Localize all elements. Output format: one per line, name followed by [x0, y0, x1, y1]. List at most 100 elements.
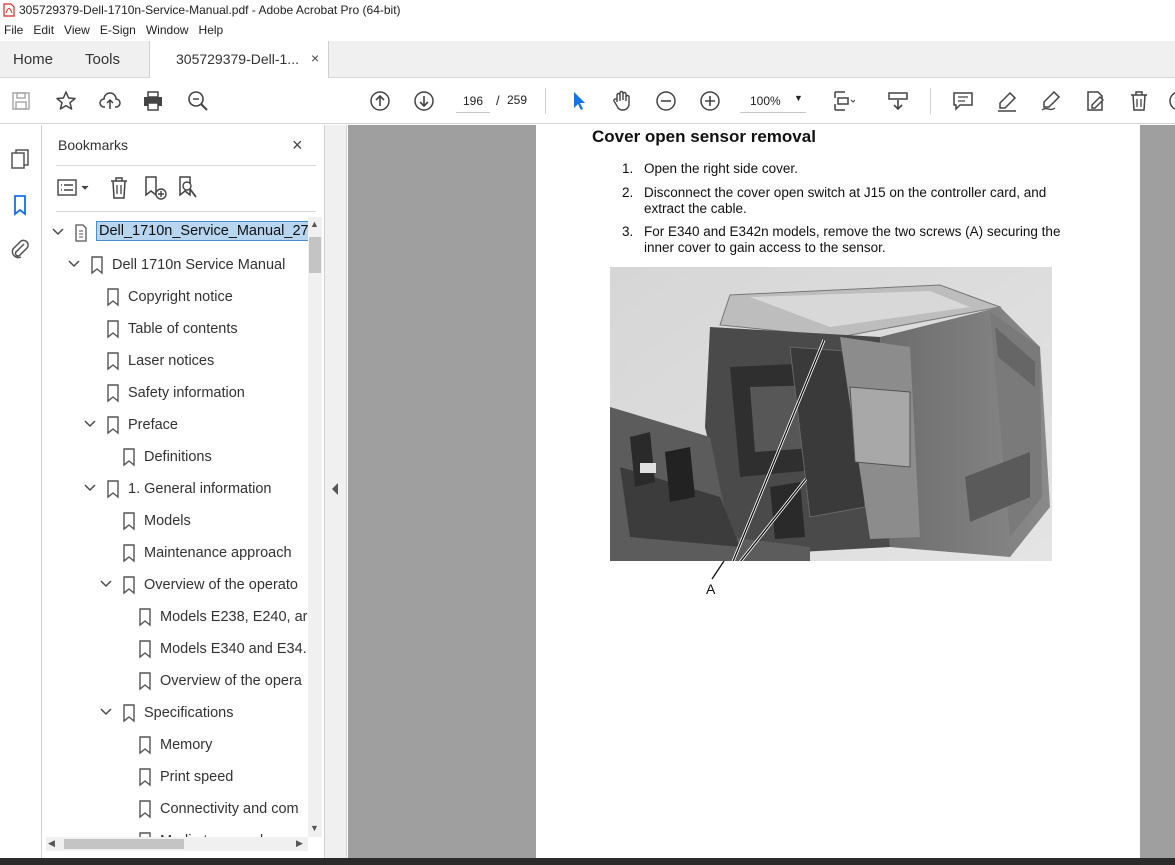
bookmark-item[interactable]: Specifications: [42, 697, 308, 729]
bookmarks-panel-title: Bookmarks: [58, 137, 129, 153]
scroll-mode-icon[interactable]: [885, 88, 911, 114]
bookmark-item[interactable]: Models: [42, 505, 308, 537]
bookmark-item[interactable]: Preface: [42, 409, 308, 441]
draw-sign-icon[interactable]: [1038, 88, 1064, 114]
cloud-upload-icon[interactable]: [97, 88, 123, 114]
find-bookmark-icon[interactable]: [176, 175, 202, 201]
chevron-down-icon[interactable]: [84, 482, 96, 494]
menu-view[interactable]: View: [59, 23, 95, 37]
bookmark-item[interactable]: Dell_1710n_Service_Manual_27J: [42, 217, 308, 249]
bookmark-horizontal-scrollbar[interactable]: ◀ ▶: [46, 837, 308, 851]
menu-help[interactable]: Help: [194, 23, 229, 37]
more-tools-icon[interactable]: [1166, 88, 1175, 114]
scroll-thumb[interactable]: [309, 237, 321, 273]
new-bookmark-icon[interactable]: [142, 175, 168, 201]
callout-label: A: [706, 581, 716, 597]
collapse-panel-icon[interactable]: [332, 483, 338, 495]
previous-page-icon[interactable]: [367, 88, 393, 114]
zoom-search-icon[interactable]: [185, 88, 211, 114]
menu-file[interactable]: File: [0, 23, 28, 37]
bookmark-item[interactable]: Connectivity and com: [42, 793, 308, 825]
scroll-down-icon[interactable]: ▼: [310, 823, 319, 833]
star-icon[interactable]: [53, 88, 79, 114]
bookmark-icon: [139, 736, 151, 755]
bookmark-item[interactable]: Memory: [42, 729, 308, 761]
bookmark-label: 1. General information: [128, 481, 272, 497]
tab-close-icon[interactable]: ×: [311, 50, 319, 66]
attachments-icon[interactable]: [8, 237, 32, 261]
edit-pdf-icon[interactable]: [1082, 88, 1108, 114]
menu-edit[interactable]: Edit: [28, 23, 59, 37]
bookmark-icon: [139, 672, 151, 691]
page-thumbnails-icon[interactable]: [8, 147, 32, 171]
bookmark-item[interactable]: Maintenance approach: [42, 537, 308, 569]
scroll-up-icon[interactable]: ▲: [310, 219, 319, 229]
chevron-down-icon[interactable]: [100, 578, 112, 590]
toolbar-divider: [545, 88, 546, 114]
scroll-thumb[interactable]: [64, 839, 184, 849]
bookmark-label: Dell_1710n_Service_Manual_27J: [96, 221, 308, 241]
bookmark-item[interactable]: 1. General information: [42, 473, 308, 505]
scroll-left-icon[interactable]: ◀: [48, 838, 55, 849]
highlight-pen-icon[interactable]: [994, 88, 1020, 114]
zoom-level-value: 100%: [750, 94, 781, 108]
select-cursor-icon[interactable]: [566, 88, 592, 114]
bookmark-item[interactable]: Laser notices: [42, 345, 308, 377]
bookmark-options-icon[interactable]: [56, 175, 94, 201]
bookmark-label: Specifications: [144, 705, 234, 721]
menu-esign[interactable]: E-Sign: [95, 23, 141, 37]
chevron-down-icon[interactable]: [52, 226, 64, 238]
bookmark-label: Table of contents: [128, 321, 238, 337]
taskbar-strip: [0, 858, 1175, 865]
printer-photo: [610, 267, 1052, 561]
bookmark-item[interactable]: Models E238, E240, ar: [42, 601, 308, 633]
bookmark-icon: [107, 352, 119, 371]
bookmark-item[interactable]: Safety information: [42, 377, 308, 409]
panel-divider: [56, 211, 316, 212]
chevron-down-icon[interactable]: [68, 258, 80, 270]
chevron-down-icon[interactable]: [100, 706, 112, 718]
bookmark-icon: [123, 448, 135, 467]
bookmark-label: Preface: [128, 417, 178, 433]
next-page-icon[interactable]: [411, 88, 437, 114]
bookmarks-panel: Bookmarks × Dell_1710n_Service_Manual_27…: [42, 125, 325, 860]
bookmark-item[interactable]: Models E340 and E34.: [42, 633, 308, 665]
zoom-out-icon[interactable]: [653, 88, 679, 114]
tab-home[interactable]: Home: [13, 51, 53, 68]
menu-bar: File Edit View E-Sign Window Help: [0, 20, 1175, 40]
chevron-down-icon[interactable]: [84, 418, 96, 430]
bookmark-item[interactable]: Table of contents: [42, 313, 308, 345]
bookmark-item[interactable]: Overview of the operato: [42, 569, 308, 601]
bookmark-item[interactable]: Dell 1710n Service Manual: [42, 249, 308, 281]
page-fit-icon[interactable]: [830, 88, 856, 114]
menu-window[interactable]: Window: [141, 23, 194, 37]
close-icon[interactable]: ×: [292, 135, 303, 156]
bookmark-label: Models E238, E240, ar: [160, 609, 308, 625]
bookmark-icon: [139, 800, 151, 819]
scroll-right-icon[interactable]: ▶: [296, 838, 303, 849]
step-text: For E340 and E342n models, remove the tw…: [644, 224, 1061, 255]
panel-collapse-strip[interactable]: [325, 125, 347, 860]
trash-icon[interactable]: [1126, 88, 1152, 114]
bookmark-vertical-scrollbar[interactable]: ▲ ▼: [308, 217, 322, 837]
bookmarks-icon[interactable]: [8, 193, 32, 217]
page-number-input[interactable]: [456, 89, 490, 113]
zoom-level-dropdown[interactable]: 100% ▼: [740, 89, 806, 113]
step-number: 3.: [622, 224, 634, 239]
bookmark-item[interactable]: Overview of the opera: [42, 665, 308, 697]
bookmark-icon: [91, 256, 103, 275]
bookmark-label: Overview of the opera: [160, 673, 302, 689]
delete-bookmark-icon[interactable]: [106, 175, 132, 201]
print-icon[interactable]: [140, 88, 166, 114]
tab-tools[interactable]: Tools: [85, 51, 120, 68]
document-viewport[interactable]: Cover open sensor removal 1. Open the ri…: [348, 125, 1175, 860]
zoom-in-icon[interactable]: [697, 88, 723, 114]
tab-document[interactable]: 305729379-Dell-1... ×: [149, 41, 329, 78]
bookmark-item[interactable]: Definitions: [42, 441, 308, 473]
bookmark-item[interactable]: Media trays and paper: [42, 825, 308, 837]
bookmark-item[interactable]: Print speed: [42, 761, 308, 793]
bookmark-item[interactable]: Copyright notice: [42, 281, 308, 313]
comment-icon[interactable]: [950, 88, 976, 114]
save-icon[interactable]: [8, 88, 34, 114]
hand-tool-icon[interactable]: [609, 88, 635, 114]
